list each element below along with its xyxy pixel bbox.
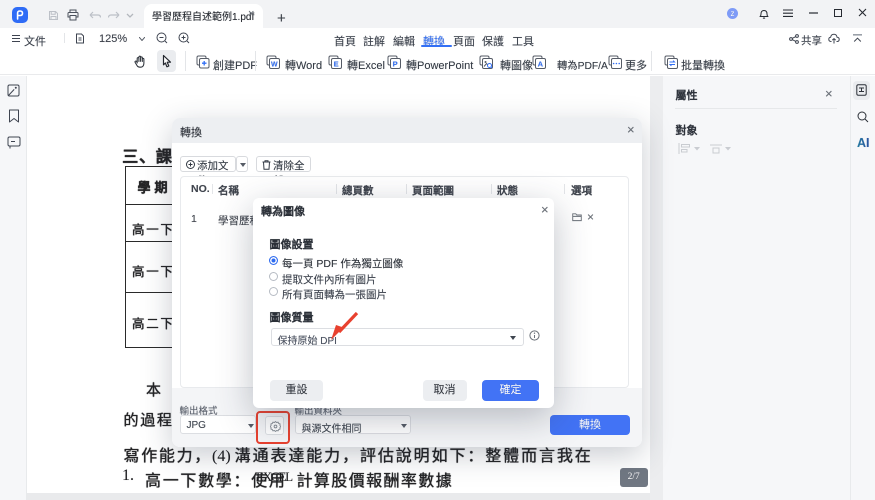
svg-text:W: W: [271, 62, 278, 69]
svg-text:P: P: [393, 60, 398, 69]
svg-text:A: A: [538, 60, 544, 69]
svg-text:E: E: [334, 60, 339, 69]
